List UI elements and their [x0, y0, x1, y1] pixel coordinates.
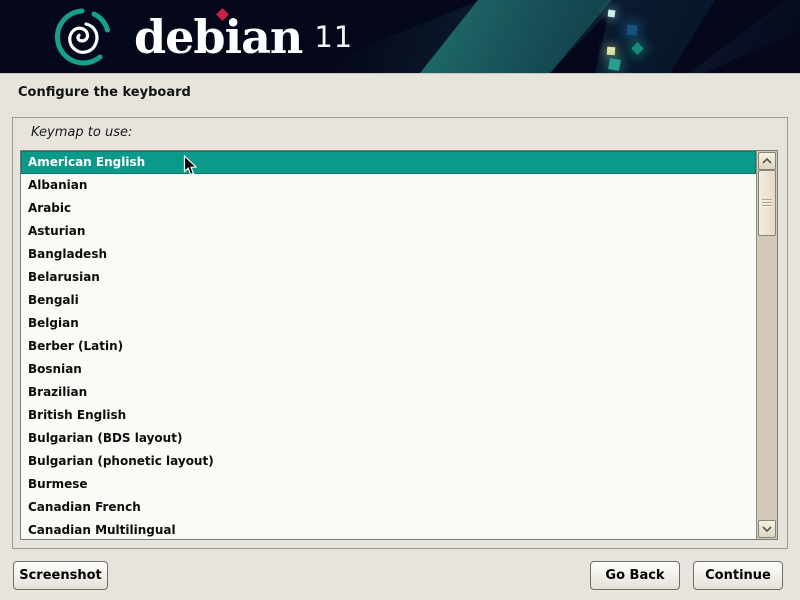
list-item[interactable]: Brazilian	[21, 381, 756, 404]
list-item[interactable]: Canadian French	[21, 496, 756, 519]
chevron-down-icon	[762, 526, 772, 532]
list-item[interactable]: Belgian	[21, 312, 756, 335]
banner-spark	[608, 10, 616, 18]
list-item[interactable]: Berber (Latin)	[21, 335, 756, 358]
list-item[interactable]: Bosnian	[21, 358, 756, 381]
go-back-button[interactable]: Go Back	[590, 561, 680, 590]
list-item[interactable]: Bangladesh	[21, 243, 756, 266]
banner-facet	[420, 0, 620, 73]
list-item[interactable]: Arabic	[21, 197, 756, 220]
list-item[interactable]: American English	[21, 151, 756, 174]
chevron-up-icon	[762, 158, 772, 164]
banner-spark	[627, 25, 638, 36]
keymap-label: Keymap to use:	[31, 125, 132, 140]
list-item[interactable]: Bulgarian (phonetic layout)	[21, 450, 756, 473]
list-item[interactable]: Belarusian	[21, 266, 756, 289]
list-item[interactable]: British English	[21, 404, 756, 427]
list-item[interactable]: Bulgarian (BDS layout)	[21, 427, 756, 450]
banner-spark	[608, 58, 621, 71]
keymap-listbox: American EnglishAlbanianArabicAsturianBa…	[20, 150, 778, 540]
brand-version: 11	[314, 20, 353, 54]
keymap-list: American EnglishAlbanianArabicAsturianBa…	[21, 151, 756, 539]
list-item[interactable]: Burmese	[21, 473, 756, 496]
page-title: Configure the keyboard	[18, 85, 191, 100]
header-banner: debian11	[0, 0, 800, 74]
scroll-down-button[interactable]	[758, 520, 776, 538]
continue-button[interactable]: Continue	[693, 561, 783, 590]
screenshot-button[interactable]: Screenshot	[13, 561, 108, 590]
scrollbar-thumb[interactable]	[758, 170, 776, 236]
brand-logotype: debian11	[134, 8, 353, 68]
list-item[interactable]: Albanian	[21, 174, 756, 197]
banner-spark	[607, 47, 616, 56]
scrollbar-grip	[762, 199, 772, 207]
debian-swirl-icon	[50, 5, 114, 69]
list-item[interactable]: Asturian	[21, 220, 756, 243]
scrollbar[interactable]	[756, 151, 777, 539]
list-item[interactable]: Canadian Multilingual	[21, 519, 756, 539]
installer-window: debian11 Configure the keyboard Keymap t…	[0, 0, 800, 600]
list-item[interactable]: Bengali	[21, 289, 756, 312]
scroll-up-button[interactable]	[758, 152, 776, 170]
